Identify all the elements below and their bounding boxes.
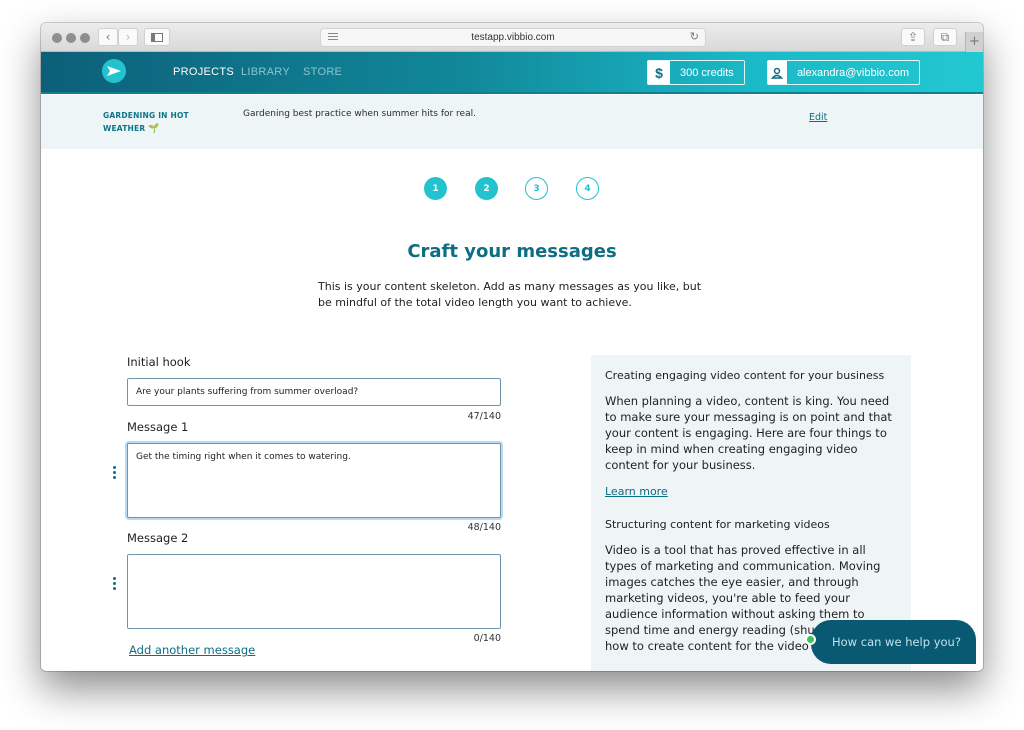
hook-input[interactable]: Are your plants suffering from summer ov… [127,378,501,406]
nav-library[interactable]: LIBRARY [241,66,290,78]
tabs-overview-button[interactable]: ⧉ [933,28,957,46]
url-text: testapp.vibbio.com [471,32,555,43]
page-subtitle: This is your content skeleton. Add as ma… [318,280,702,309]
tip-1-body: When planning a video, content is king. … [605,394,892,472]
nav-store[interactable]: STORE [303,66,342,78]
forward-button[interactable]: › [118,28,138,46]
learn-more-link[interactable]: Learn more [605,485,668,498]
browser-window: ‹ › testapp.vibbio.com ↻ ⇪ ⧉ + PROJECTS … [41,23,983,671]
address-bar[interactable]: testapp.vibbio.com ↻ [320,28,706,47]
browser-toolbar: ‹ › testapp.vibbio.com ↻ ⇪ ⧉ + [41,23,983,52]
message-2-input[interactable] [127,554,501,629]
message-1-counter: 48/140 [467,522,501,533]
tip-1-heading: Creating engaging video content for your… [605,369,885,382]
edit-project-link[interactable]: Edit [809,112,827,123]
chat-label: How can we help you? [832,635,961,649]
play-arrow-icon [107,66,121,76]
step-3[interactable]: 3 [525,177,548,200]
drag-handle-icon[interactable] [113,577,117,590]
step-1[interactable]: 1 [424,177,447,200]
project-description: Gardening best practice when summer hits… [243,109,476,119]
sidebar-toggle-button[interactable] [144,28,170,46]
account-email: alexandra@vibbio.com [796,66,909,79]
reload-icon[interactable]: ↻ [690,30,699,43]
share-icon: ⇪ [907,30,919,44]
step-4[interactable]: 4 [576,177,599,200]
hook-label: Initial hook [127,355,191,369]
close-window-button[interactable] [52,33,62,43]
chevron-left-icon: ‹ [105,30,111,44]
zoom-window-button[interactable] [80,33,90,43]
step-2[interactable]: 2 [475,177,498,200]
tabs-icon: ⧉ [940,29,950,44]
share-button[interactable]: ⇪ [901,28,925,46]
message-2-counter: 0/140 [473,633,501,644]
nav-projects[interactable]: PROJECTS [173,66,234,78]
minimize-window-button[interactable] [66,33,76,43]
online-status-icon [805,634,816,645]
account-button[interactable]: alexandra@vibbio.com [767,60,920,85]
project-title: GARDENING IN HOT WEATHER 🌱 [103,111,189,134]
new-tab-button[interactable]: + [965,32,983,52]
chat-widget-button[interactable]: How can we help you? [805,620,976,664]
credits-label: 300 credits [680,66,734,79]
page-title: Craft your messages [407,241,617,262]
sprout-icon: 🌱 [148,124,160,134]
vibbio-logo[interactable] [102,59,126,83]
user-icon [768,61,787,84]
project-banner: GARDENING IN HOT WEATHER 🌱 Gardening bes… [41,95,983,149]
message-1-label: Message 1 [127,420,189,434]
sidebar-icon [151,32,163,42]
hook-counter: 47/140 [467,411,501,422]
tip-2-heading: Structuring content for marketing videos [605,518,830,531]
back-button[interactable]: ‹ [98,28,118,46]
reader-icon[interactable] [328,33,338,42]
message-2-label: Message 2 [127,531,189,545]
plus-icon: + [969,34,980,49]
dollar-icon: $ [648,61,670,84]
credits-button[interactable]: $ 300 credits [647,60,745,85]
app-header: PROJECTS LIBRARY STORE $ 300 credits ale… [41,52,983,94]
message-1-input[interactable]: Get the timing right when it comes to wa… [127,443,501,518]
chevron-right-icon: › [125,30,131,44]
drag-handle-icon[interactable] [113,466,117,479]
add-message-link[interactable]: Add another message [129,643,255,657]
